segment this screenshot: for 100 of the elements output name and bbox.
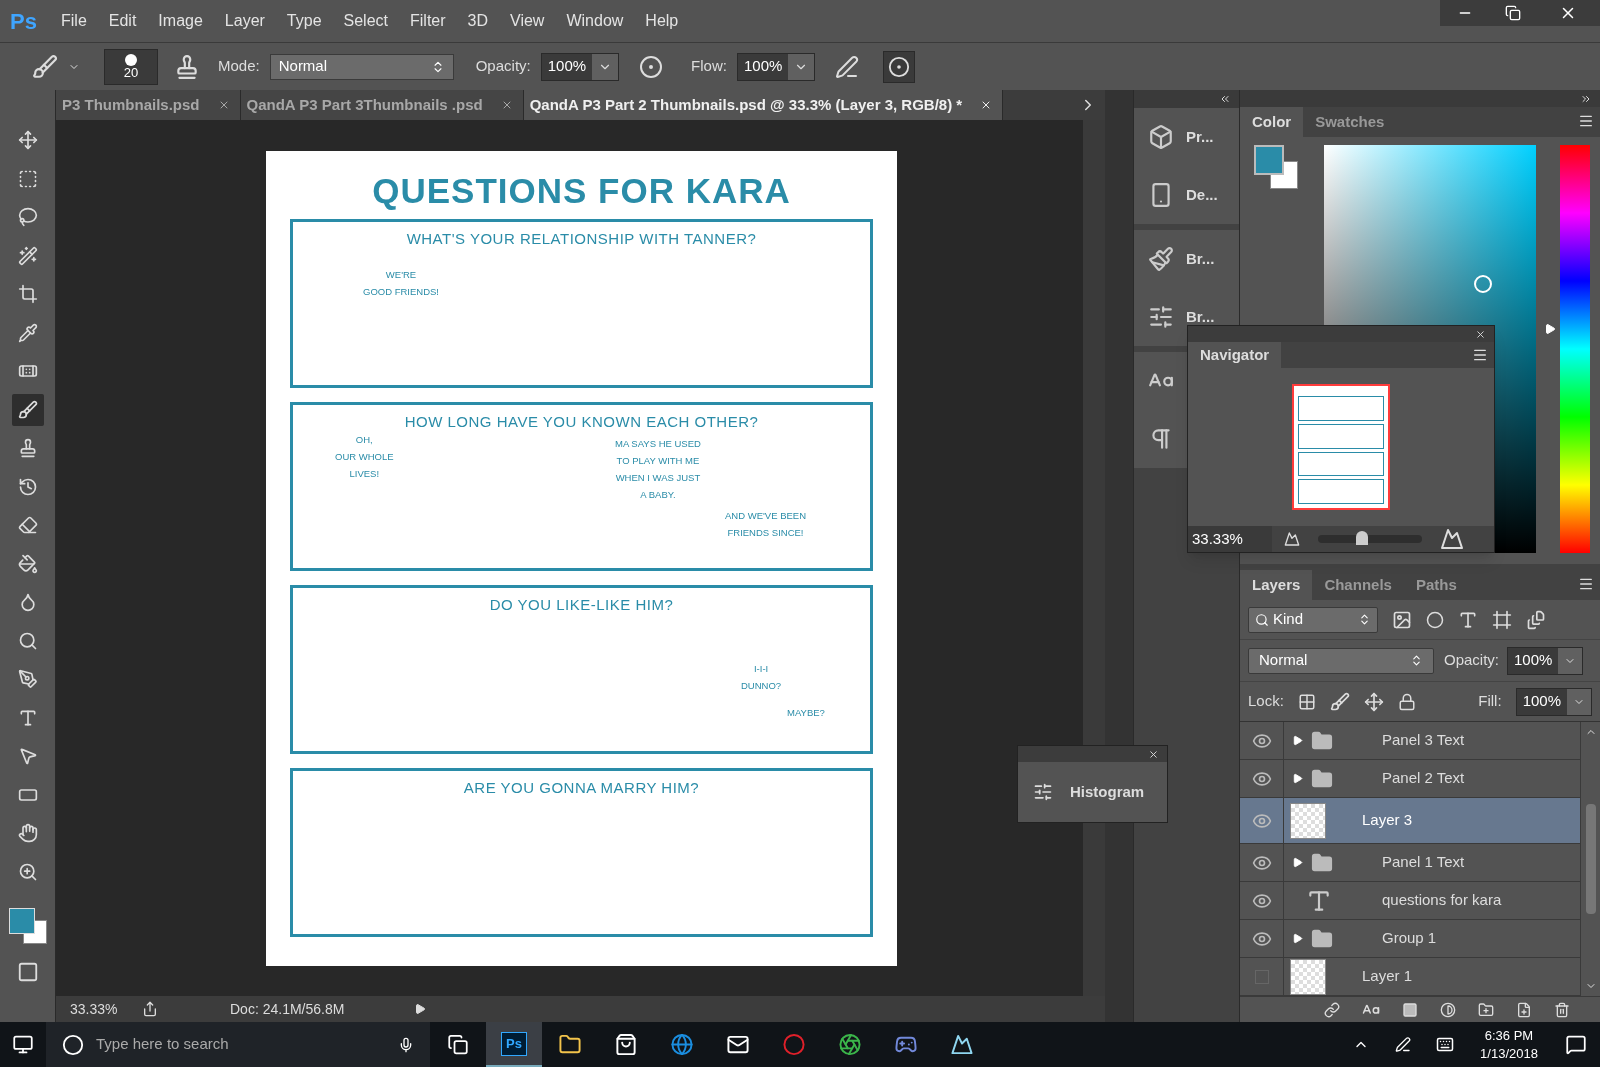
brush-tool-icon[interactable] — [11, 393, 44, 426]
shape-filter-icon[interactable] — [1492, 609, 1512, 630]
menu-item[interactable]: Filter — [399, 9, 457, 33]
airbrush-icon[interactable] — [835, 54, 860, 79]
quick-mask-icon[interactable] — [16, 960, 39, 983]
mode-dropdown[interactable]: Normal — [269, 53, 454, 80]
adjustment-filter-icon[interactable] — [1426, 610, 1444, 629]
menu-item[interactable]: Select — [332, 9, 399, 33]
panel-tab[interactable]: Swatches — [1303, 107, 1397, 137]
layer-row[interactable]: questions for kara — [1240, 882, 1580, 920]
adjustment-icon[interactable] — [1440, 1001, 1456, 1018]
lock-pixels-icon[interactable] — [1329, 691, 1350, 712]
folder-icon — [1311, 851, 1333, 874]
cube-icon[interactable] — [1148, 124, 1174, 150]
link-icon[interactable] — [1324, 1001, 1340, 1018]
pressure-opacity-icon[interactable] — [639, 54, 664, 79]
layer-row[interactable]: Panel 3 Text — [1240, 722, 1580, 760]
menu-item[interactable]: Help — [634, 9, 690, 33]
navigator-thumbnail[interactable] — [1292, 384, 1390, 510]
brush-presets-icon[interactable] — [1148, 304, 1174, 330]
panel-tab[interactable]: Channels — [1312, 570, 1404, 600]
panel-tab[interactable]: Navigator — [1188, 342, 1282, 368]
close-icon[interactable] — [1148, 748, 1159, 760]
layer-row[interactable]: Layer 3 — [1240, 798, 1580, 844]
layer-row[interactable]: Panel 1 Text — [1240, 844, 1580, 882]
document-tab[interactable]: P3 Thumbnails.psd — [56, 90, 241, 120]
lock-transparency-icon[interactable] — [1297, 692, 1316, 711]
caret-icon[interactable] — [788, 53, 815, 80]
menu-item[interactable]: Layer — [213, 9, 276, 33]
panel-tab[interactable]: Color — [1240, 107, 1304, 137]
answer-text: MAYBE? — [787, 706, 825, 720]
panel-label[interactable]: Br... — [1186, 247, 1215, 271]
search-icon — [1255, 612, 1269, 627]
panel-tab[interactable]: Paths — [1403, 570, 1469, 600]
menu-item[interactable]: Image — [147, 9, 214, 33]
lock-position-icon[interactable] — [1363, 691, 1384, 712]
color-picker-ring[interactable] — [1474, 275, 1492, 293]
navigator-zoom-field[interactable]: 33.33% — [1188, 526, 1272, 552]
pixel-filter-icon[interactable] — [1392, 609, 1412, 630]
clock[interactable]: 6:36 PM 1/13/2018 — [1466, 1026, 1552, 1063]
layer-row[interactable]: Group 1 — [1240, 920, 1580, 958]
mask-icon[interactable] — [1402, 1001, 1418, 1018]
opacity-field[interactable]: 100% — [1507, 646, 1584, 675]
close-icon[interactable] — [1536, 0, 1600, 26]
brushes-icon[interactable] — [1148, 246, 1174, 272]
menu-item[interactable]: File — [50, 9, 98, 33]
panel-menu-icon[interactable] — [1578, 113, 1594, 129]
foreground-background-swatch[interactable] — [1254, 145, 1300, 191]
menu-item[interactable]: Type — [275, 9, 333, 33]
panel-label[interactable]: Br... — [1186, 305, 1215, 329]
caret-icon[interactable] — [592, 53, 619, 80]
expand-arrow-icon[interactable] — [1292, 735, 1303, 746]
zoom-out-icon[interactable] — [1284, 531, 1300, 547]
panel-label[interactable]: Histogram — [1070, 780, 1145, 804]
lock-all-icon[interactable] — [1397, 692, 1416, 711]
fill-field[interactable]: 100% — [1515, 687, 1592, 716]
new-layer-icon[interactable] — [1516, 1001, 1532, 1018]
scroll-thumb[interactable] — [1585, 804, 1596, 914]
caret-icon[interactable] — [1558, 647, 1583, 674]
menu-item[interactable]: Edit — [97, 9, 148, 33]
zoom-in-icon[interactable] — [1440, 527, 1464, 551]
menu-item[interactable]: Window — [555, 9, 635, 33]
document-tab[interactable]: QandA P3 Part 2 Thumbnails.psd @ 33.3% (Layer 3, RGB/8) * — [523, 90, 1004, 120]
brush-panel-icon[interactable] — [174, 53, 200, 80]
expand-arrow-icon[interactable] — [1292, 857, 1303, 868]
panel-label[interactable]: Pr... — [1186, 125, 1214, 149]
delete-icon[interactable] — [1554, 1001, 1570, 1018]
close-icon[interactable] — [1475, 328, 1486, 340]
microphone-icon[interactable] — [398, 1036, 414, 1053]
taskbar-search-field[interactable]: Type here to search — [46, 1022, 430, 1067]
layer-row[interactable]: Layer 1 — [1240, 958, 1580, 996]
taskbar-app[interactable]: Ps — [486, 1022, 542, 1067]
panel-menu-icon[interactable] — [1472, 347, 1488, 363]
smart-object-filter-icon[interactable] — [1526, 609, 1546, 630]
panel-tab[interactable]: Layers — [1240, 570, 1313, 600]
folder-icon — [1311, 729, 1333, 752]
hue-pointer-icon[interactable] — [1544, 322, 1556, 335]
expand-arrow-icon[interactable] — [1292, 773, 1303, 784]
blend-mode-dropdown[interactable]: Normal — [1248, 647, 1434, 674]
panel-menu-icon[interactable] — [1578, 576, 1594, 592]
caret-icon[interactable] — [1567, 688, 1591, 715]
pressure-size-icon[interactable] — [883, 50, 916, 83]
opacity-field[interactable]: 100% — [540, 52, 620, 81]
zoom-slider-thumb[interactable] — [1355, 531, 1368, 545]
brush-size-picker[interactable]: 20 — [104, 48, 158, 85]
filter-dropdown[interactable]: Kind — [1248, 606, 1378, 633]
panel-label[interactable]: De... — [1186, 183, 1218, 207]
answer-text: AND WE'VE BEEN FRIENDS SINCE! — [725, 509, 806, 540]
menu-item[interactable]: View — [499, 9, 556, 33]
brush-preset-icon[interactable] — [32, 53, 58, 80]
collapse-icon[interactable] — [1219, 93, 1231, 105]
play-icon[interactable] — [414, 1003, 427, 1015]
menu-item[interactable]: 3D — [456, 9, 500, 33]
document-tab[interactable]: QandA P3 Part 3Thumbnails .psd — [240, 90, 524, 120]
flow-field[interactable]: 100% — [736, 52, 816, 81]
export-icon[interactable] — [142, 1001, 158, 1017]
transparency-thumbnail — [1290, 958, 1326, 995]
new-group-icon[interactable] — [1478, 1001, 1494, 1018]
expand-arrow-icon[interactable] — [1292, 933, 1303, 944]
transparency-thumbnail — [1290, 802, 1326, 839]
